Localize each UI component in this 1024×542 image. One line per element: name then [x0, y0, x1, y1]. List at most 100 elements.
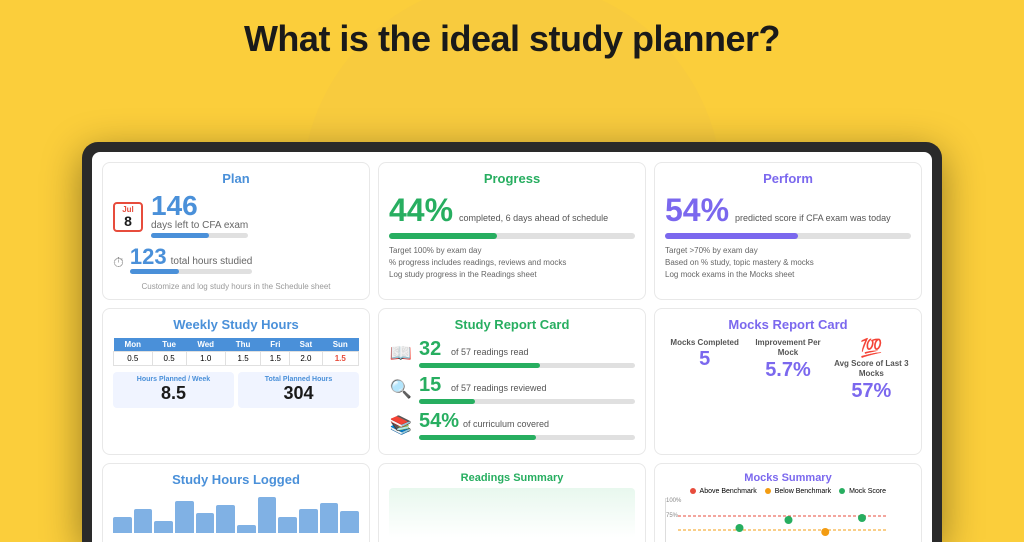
hours-mon: 0.5 — [114, 352, 153, 366]
bar-6 — [216, 505, 235, 533]
legend-mock-label: Mock Score — [849, 488, 886, 495]
readings-reviewed-num: 15 — [419, 374, 447, 397]
book-icon: 📖 — [389, 343, 413, 364]
weekly-title: Weekly Study Hours — [113, 317, 359, 332]
laptop-screen: Plan Jul 8 146 days left to CFA exam — [92, 152, 932, 542]
mocks-summary-title: Mocks Summary — [665, 472, 911, 484]
day-sat: Sat — [290, 338, 322, 352]
bar-2 — [134, 509, 153, 533]
mocks-report-card: Mocks Report Card Mocks Completed 5 Impr… — [654, 308, 922, 455]
laptop-frame: Plan Jul 8 146 days left to CFA exam — [82, 142, 942, 542]
legend-above: Above Benchmark — [690, 488, 757, 495]
mocks-completed-label: Mocks Completed — [665, 338, 744, 348]
hours-planned-value: 8.5 — [117, 383, 230, 404]
plan-hours: 123 — [130, 246, 167, 268]
legend-dot-mock — [839, 488, 845, 494]
plan-top: Jul 8 146 days left to CFA exam — [113, 192, 359, 242]
progress-bar-fill — [389, 233, 497, 239]
timer-icon: ⏱ — [113, 254, 124, 271]
laptop-container: Plan Jul 8 146 days left to CFA exam — [82, 142, 942, 542]
readings-summary-content — [389, 488, 635, 538]
bar-3 — [154, 521, 173, 533]
perform-bar-fill — [665, 233, 798, 239]
plan-note: Customize and log study hours in the Sch… — [113, 282, 359, 291]
curriculum-row: 📚 54% of curriculum covered — [389, 410, 635, 440]
day-fri: Fri — [261, 338, 290, 352]
study-report-card: Study Report Card 📖 32 of 57 readings re… — [378, 308, 646, 455]
mocks-report-title: Mocks Report Card — [665, 317, 911, 332]
mocks-summary-card: Mocks Summary Above Benchmark Below Benc… — [654, 463, 922, 542]
perform-note3: Log mock exams in the Mocks sheet — [665, 269, 911, 281]
calendar-day: 8 — [115, 214, 141, 228]
day-sun: Sun — [322, 338, 358, 352]
plan-hours-label: total hours studied — [171, 256, 253, 267]
logged-chart — [113, 493, 359, 533]
curriculum-group: 54% of curriculum covered — [419, 410, 635, 440]
perform-bar — [665, 233, 911, 239]
weekly-stats: Hours Planned / Week 8.5 Total Planned H… — [113, 372, 359, 408]
chart-label-75: 75% — [666, 513, 678, 519]
day-mon: Mon — [114, 338, 153, 352]
readings-read-num: 32 — [419, 338, 447, 361]
progress-card: Progress 44% completed, 6 days ahead of … — [378, 162, 646, 300]
bar-12 — [340, 511, 359, 533]
hours-tue: 0.5 — [152, 352, 186, 366]
perform-big: 54% predicted score if CFA exam was toda… — [665, 192, 911, 229]
weekly-card: Weekly Study Hours Mon Tue Wed Thu Fri S… — [102, 308, 370, 455]
hours-thu: 1.5 — [225, 352, 261, 366]
bar-7 — [237, 525, 256, 533]
curriculum-label: of curriculum covered — [463, 419, 635, 429]
legend-dot-below — [765, 488, 771, 494]
hours-planned-label: Hours Planned / Week — [117, 376, 230, 383]
perform-note1: Target >70% by exam day — [665, 245, 911, 257]
hours-sun: 1.5 — [322, 352, 358, 366]
hours-wed: 1.0 — [186, 352, 225, 366]
logged-card: Study Hours Logged — [102, 463, 370, 542]
bar-9 — [278, 517, 297, 533]
total-planned-box: Total Planned Hours 304 — [238, 372, 359, 408]
weekly-table: Mon Tue Wed Thu Fri Sat Sun 0.5 0.5 1.0 — [113, 338, 359, 366]
score-emoji: 💯 — [832, 338, 911, 359]
plan-hours-bar-fill — [130, 269, 179, 274]
plan-days-bar-fill — [151, 233, 209, 238]
legend-below-label: Below Benchmark — [775, 488, 831, 495]
total-planned-label: Total Planned Hours — [242, 376, 355, 383]
total-planned-value: 304 — [242, 383, 355, 404]
readings-reviewed-group: 15 of 57 readings reviewed — [419, 374, 635, 404]
bar-4 — [175, 501, 194, 533]
readings-read-group: 32 of 57 readings read — [419, 338, 635, 368]
progress-note2: % progress includes readings, reviews an… — [389, 257, 635, 269]
day-wed: Wed — [186, 338, 225, 352]
progress-big: 44% completed, 6 days ahead of schedule — [389, 192, 635, 229]
weekly-header-row: Mon Tue Wed Thu Fri Sat Sun — [114, 338, 359, 352]
search-icon: 🔍 — [389, 379, 413, 400]
readings-summary-title: Readings Summary — [389, 472, 635, 484]
progress-note1: Target 100% by exam day — [389, 245, 635, 257]
readings-read-row: 📖 32 of 57 readings read — [389, 338, 635, 368]
legend-mock: Mock Score — [839, 488, 886, 495]
day-thu: Thu — [225, 338, 261, 352]
plan-hours-row: ⏱ 123 total hours studied — [113, 246, 359, 278]
curriculum-num: 54% — [419, 410, 459, 433]
progress-bar — [389, 233, 635, 239]
readings-card: Readings Summary — [378, 463, 646, 542]
plan-hours-group: 123 total hours studied — [130, 246, 252, 278]
curriculum-bar — [419, 435, 635, 440]
day-tue: Tue — [152, 338, 186, 352]
readings-read-bar — [419, 363, 635, 368]
perform-title: Perform — [665, 171, 911, 186]
readings-reviewed-bar-fill — [419, 399, 475, 404]
perform-pct: 54% — [665, 192, 729, 229]
hours-planned-box: Hours Planned / Week 8.5 — [113, 372, 234, 408]
calendar-icon: Jul 8 — [113, 202, 143, 232]
progress-title: Progress — [389, 171, 635, 186]
bar-10 — [299, 509, 318, 533]
legend-above-label: Above Benchmark — [700, 488, 757, 495]
bar-8 — [258, 497, 277, 533]
mocks-legend: Above Benchmark Below Benchmark Mock Sco… — [665, 488, 911, 495]
improvement-group: Improvement Per Mock 5.7% — [748, 338, 827, 403]
weekly-hours-row: 0.5 0.5 1.0 1.5 1.5 2.0 1.5 — [114, 352, 359, 366]
plan-days-label: days left to CFA exam — [151, 220, 248, 231]
dashboard: Plan Jul 8 146 days left to CFA exam — [102, 162, 922, 532]
readings-reviewed-row: 🔍 15 of 57 readings reviewed — [389, 374, 635, 404]
